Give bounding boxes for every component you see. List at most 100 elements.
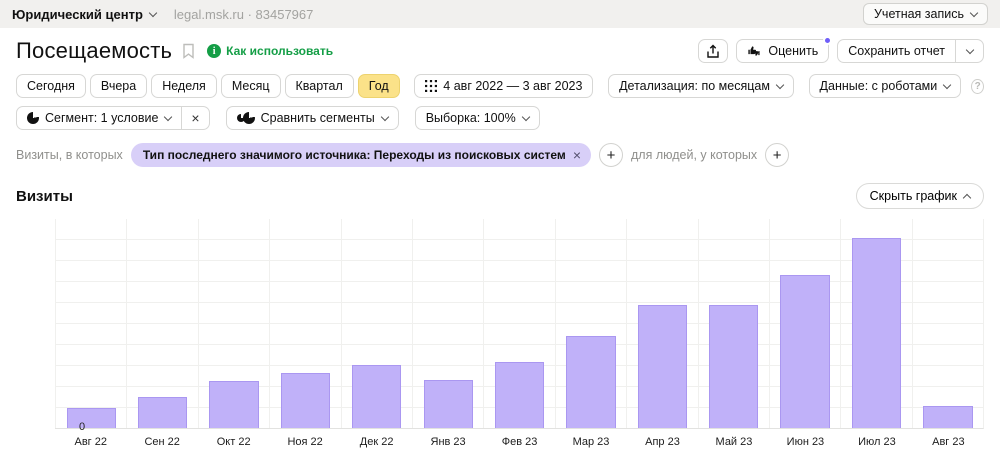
- hide-chart-label: Скрыть график: [870, 189, 957, 203]
- topbar: Юридический центр legal.msk.ru · 8345796…: [0, 0, 1000, 28]
- thumbs-icon: [747, 44, 762, 58]
- x-axis-label: Фев 23: [484, 436, 555, 448]
- page-title: Посещаемость: [16, 38, 172, 64]
- x-axis-label: Дек 22: [341, 436, 412, 448]
- sampling-dropdown[interactable]: Выборка: 100%: [415, 106, 540, 130]
- period-label: Месяц: [232, 79, 270, 93]
- segment-toolbar: Сегмент: 1 условие × Сравнить сегменты В…: [0, 106, 1000, 130]
- chart-bar[interactable]: [566, 336, 615, 428]
- chart-bar[interactable]: [281, 373, 330, 428]
- x-axis-label: Май 23: [698, 436, 769, 448]
- x-axis-label: Сен 22: [126, 436, 197, 448]
- counter-name: Юридический центр: [12, 7, 143, 22]
- save-report-button[interactable]: Сохранить отчет: [837, 39, 956, 63]
- x-axis-label: Авг 22: [55, 436, 126, 448]
- account-menu-button[interactable]: Учетная запись: [863, 3, 988, 25]
- period-quarter-button[interactable]: Квартал: [285, 74, 354, 98]
- chart-column: [626, 219, 697, 428]
- visits-chart: 0 Авг 22Сен 22Окт 22Ноя 22Дек 22Янв 23Фе…: [16, 219, 984, 448]
- period-label: Сегодня: [27, 79, 75, 93]
- chart-bar[interactable]: [495, 362, 544, 428]
- segment-clear-button[interactable]: ×: [181, 106, 209, 130]
- period-year-button[interactable]: Год: [358, 74, 400, 98]
- data-mode-dropdown[interactable]: Данные: с роботами: [809, 74, 962, 98]
- help-icon[interactable]: ?: [971, 79, 984, 94]
- chevron-down-icon: [521, 112, 529, 120]
- add-visit-filter-button[interactable]: +: [599, 143, 623, 167]
- save-report-dropdown-button[interactable]: [955, 39, 984, 63]
- compare-segments-icon: [243, 112, 255, 124]
- add-people-filter-button[interactable]: +: [765, 143, 789, 167]
- chevron-down-icon: [164, 112, 172, 120]
- counter-meta: legal.msk.ru · 83457967: [174, 7, 313, 22]
- hide-chart-button[interactable]: Скрыть график: [856, 183, 984, 209]
- x-axis-label: Июл 23: [841, 436, 912, 448]
- counter-selector[interactable]: Юридический центр: [12, 7, 156, 22]
- date-range-button[interactable]: 4 авг 2022 — 3 авг 2023: [414, 74, 593, 98]
- metric-title: Визиты: [16, 188, 73, 205]
- chart-bar[interactable]: [709, 305, 758, 428]
- period-label: Год: [369, 79, 389, 93]
- chevron-down-icon: [776, 80, 784, 88]
- chart-bar[interactable]: [852, 238, 901, 428]
- period-month-button[interactable]: Месяц: [221, 74, 281, 98]
- chart-column: [483, 219, 554, 428]
- chart-column: [269, 219, 340, 428]
- period-week-button[interactable]: Неделя: [151, 74, 217, 98]
- chip-close-icon[interactable]: ×: [573, 147, 581, 163]
- save-report-label: Сохранить отчет: [848, 44, 945, 58]
- period-toolbar: Сегодня Вчера Неделя Месяц Квартал Год 4…: [0, 74, 1000, 98]
- x-axis-label: Апр 23: [627, 436, 698, 448]
- x-axis-label: Ноя 22: [269, 436, 340, 448]
- compare-segments-label: Сравнить сегменты: [261, 111, 375, 125]
- page-header: Посещаемость i Как использовать Оценить …: [0, 28, 1000, 64]
- chevron-down-icon: [149, 8, 157, 16]
- rate-button[interactable]: Оценить: [736, 39, 829, 63]
- chart-column: [769, 219, 840, 428]
- segment-label: Сегмент: 1 условие: [45, 111, 158, 125]
- chart-bar[interactable]: [638, 305, 687, 428]
- period-label: Квартал: [296, 79, 343, 93]
- chart-column: [912, 219, 983, 428]
- how-to-use-label: Как использовать: [226, 44, 333, 58]
- how-to-use-link[interactable]: i Как использовать: [207, 44, 333, 58]
- sampling-label: Выборка: 100%: [426, 111, 516, 125]
- calendar-grid-icon: [425, 80, 437, 92]
- chart-bar[interactable]: [209, 381, 258, 428]
- people-filter-label: для людей, у которых: [631, 148, 757, 162]
- chevron-down-icon: [966, 45, 974, 53]
- chart-bar[interactable]: [67, 408, 116, 428]
- header-actions: Оценить Сохранить отчет: [698, 39, 984, 63]
- period-today-button[interactable]: Сегодня: [16, 74, 86, 98]
- chart-column: [126, 219, 197, 428]
- period-yesterday-button[interactable]: Вчера: [90, 74, 147, 98]
- chart-x-labels: Авг 22Сен 22Окт 22Ноя 22Дек 22Янв 23Фев …: [55, 436, 984, 448]
- detalization-label: Детализация: по месяцам: [619, 79, 770, 93]
- bookmark-icon[interactable]: [182, 43, 195, 62]
- save-report-group: Сохранить отчет: [837, 39, 984, 63]
- chart-column: [341, 219, 412, 428]
- chevron-up-icon: [963, 193, 971, 201]
- share-button[interactable]: [698, 39, 728, 63]
- info-icon: i: [207, 44, 221, 58]
- chart-bar[interactable]: [138, 397, 187, 428]
- filter-chip[interactable]: Тип последнего значимого источника: Пере…: [131, 143, 591, 167]
- chevron-down-icon: [943, 80, 951, 88]
- chart-plot-area: 0: [55, 219, 984, 429]
- x-axis-label: Авг 23: [913, 436, 984, 448]
- date-range-label: 4 авг 2022 — 3 авг 2023: [443, 79, 582, 93]
- chevron-down-icon: [970, 8, 978, 16]
- visits-filter-label: Визиты, в которых: [16, 148, 123, 162]
- chart-bar[interactable]: [424, 380, 473, 428]
- notification-badge: [823, 36, 832, 45]
- segment-dropdown[interactable]: Сегмент: 1 условие: [16, 106, 182, 130]
- period-label: Неделя: [162, 79, 206, 93]
- chart-column: [55, 219, 126, 428]
- x-axis-label: Янв 23: [412, 436, 483, 448]
- chart-bar[interactable]: [780, 275, 829, 428]
- share-icon: [706, 44, 720, 59]
- chart-bar[interactable]: [352, 365, 401, 428]
- chart-bar[interactable]: [923, 406, 972, 428]
- compare-segments-dropdown[interactable]: Сравнить сегменты: [226, 106, 399, 130]
- detalization-dropdown[interactable]: Детализация: по месяцам: [608, 74, 794, 98]
